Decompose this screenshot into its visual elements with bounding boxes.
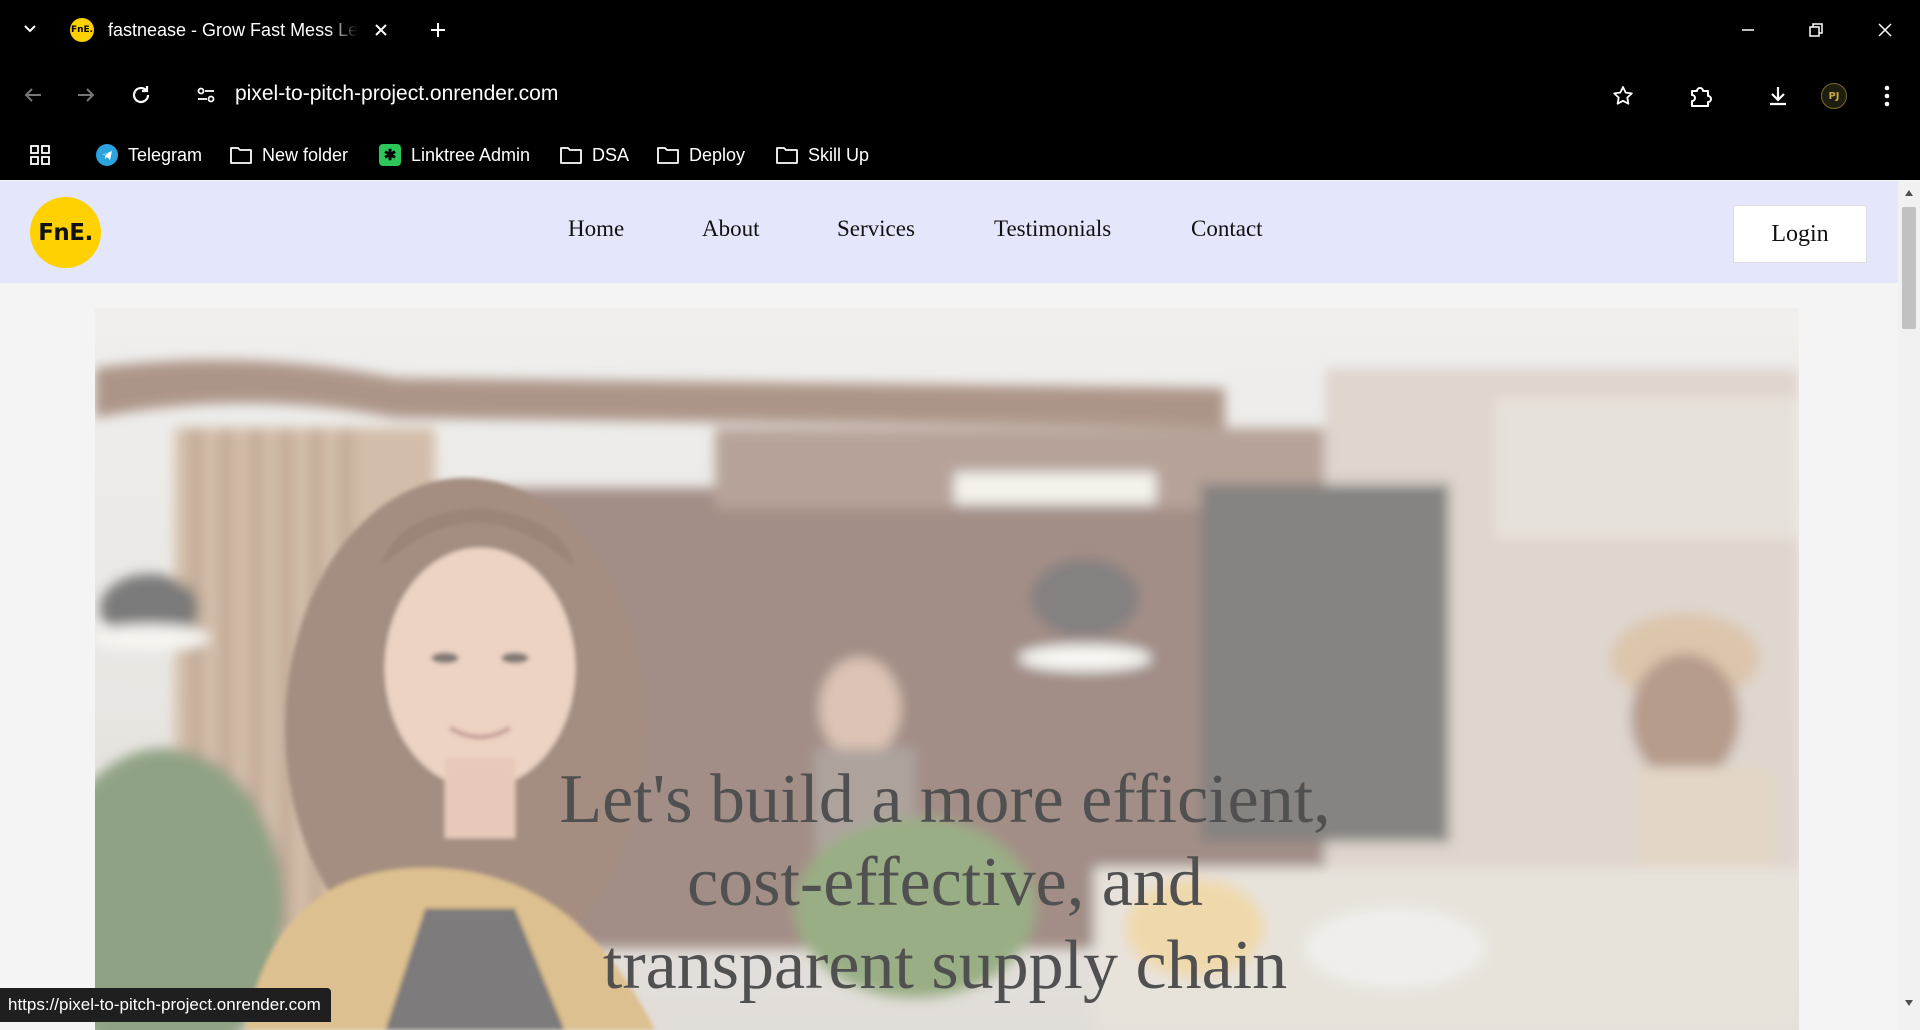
bookmark-telegram[interactable]: Telegram [94,138,202,172]
active-tab[interactable]: FnE. fastnease - Grow Fast Mess Less [60,8,410,52]
bookmark-label: Skill Up [808,144,870,165]
folder-icon [655,142,681,168]
site-info-button[interactable] [192,81,220,109]
folder-icon [558,142,584,168]
nav-link-home[interactable]: Home [568,216,624,242]
downloads-button[interactable] [1762,80,1794,112]
telegram-icon [94,142,120,168]
bookmark-linktree-admin[interactable]: ✱ Linktree Admin [377,138,530,172]
bookmark-label: Deploy [689,144,746,165]
bookmark-skill-up[interactable]: Skill Up [774,138,869,172]
tab-bar: FnE. fastnease - Grow Fast Mess Less [0,0,1920,60]
reload-icon [132,86,150,104]
bookmark-label: Linktree Admin [411,144,531,165]
reload-button[interactable] [126,80,156,110]
triangle-up-icon [1905,190,1913,196]
bookmark-label: DSA [592,144,630,165]
tab-favicon: FnE. [70,18,94,42]
browser-menu-button[interactable] [1871,80,1903,112]
apps-button[interactable] [25,140,55,170]
login-button[interactable]: Login [1733,205,1867,263]
address-bar[interactable]: pixel-to-pitch-project.onrender.com [235,82,558,106]
back-button[interactable] [18,80,48,110]
bookmark-label: Telegram [128,144,203,165]
profile-button[interactable]: PJ [1818,80,1850,112]
bookmark-dsa[interactable]: DSA [558,138,629,172]
restore-icon [1809,23,1823,37]
browser-chrome: FnE. fastnease - Grow Fast Mess Less pix… [0,0,1920,180]
minimize-icon [1742,29,1754,31]
folder-icon [774,142,800,168]
page-scrollbar[interactable] [1898,181,1920,1030]
triangle-down-icon [1905,1000,1913,1006]
folder-icon [228,142,254,168]
nav-link-services[interactable]: Services [837,216,915,242]
scroll-up-arrow[interactable] [1898,185,1920,201]
site-header: FnE. Home About Services Testimonials Co… [0,181,1898,283]
close-icon [1878,23,1892,37]
link-status-bubble: https://pixel-to-pitch-project.onrender.… [0,988,331,1022]
star-icon [1613,86,1633,105]
chevron-down-icon [24,25,36,33]
scroll-down-arrow[interactable] [1898,995,1920,1011]
tune-icon [197,87,215,103]
tab-close-button[interactable] [370,19,392,41]
plus-icon [431,23,445,37]
bookmark-new-folder[interactable]: New folder [228,138,348,172]
nav-link-contact[interactable]: Contact [1191,216,1263,242]
restore-button[interactable] [1796,12,1836,48]
window-close-button[interactable] [1865,12,1905,48]
arrow-left-icon [24,88,41,102]
main-nav: Home About Services Testimonials Contact [0,216,1898,248]
bookmarks-bar: Telegram New folder ✱ Linktree Admin DSA… [0,130,1920,180]
nav-link-testimonials[interactable]: Testimonials [994,216,1111,242]
avatar: PJ [1821,83,1847,109]
web-page: FnE. Home About Services Testimonials Co… [0,181,1898,1030]
minimize-button[interactable] [1728,12,1768,48]
bookmark-label: New folder [262,144,349,165]
download-icon [1770,87,1786,106]
extensions-button[interactable] [1684,80,1716,112]
kebab-menu-icon [1884,85,1890,107]
tab-search-button[interactable] [16,14,44,42]
tab-title: fastnease - Grow Fast Mess Less [108,19,358,40]
close-icon [375,24,387,36]
puzzle-icon [1691,87,1712,107]
linktree-icon: ✱ [377,142,403,168]
nav-link-about[interactable]: About [702,216,760,242]
hero-heading-line: transparent supply chain [602,927,1288,1004]
bookmark-deploy[interactable]: Deploy [655,138,745,172]
hero-heading-line: Let's build a more efficient, [559,761,1331,838]
hero-heading: Let's build a more efficient, cost-effec… [465,758,1425,1007]
forward-button[interactable] [71,80,101,110]
hero-heading-line: cost-effective, and [687,844,1203,921]
apps-grid-icon [30,145,50,165]
bookmark-star-button[interactable] [1607,80,1639,112]
new-tab-button[interactable] [424,16,452,44]
scrollbar-thumb[interactable] [1902,207,1916,329]
hero-section: Let's build a more efficient, cost-effec… [95,308,1799,1030]
browser-toolbar: pixel-to-pitch-project.onrender.com PJ [0,60,1920,130]
arrow-right-icon [78,88,95,102]
